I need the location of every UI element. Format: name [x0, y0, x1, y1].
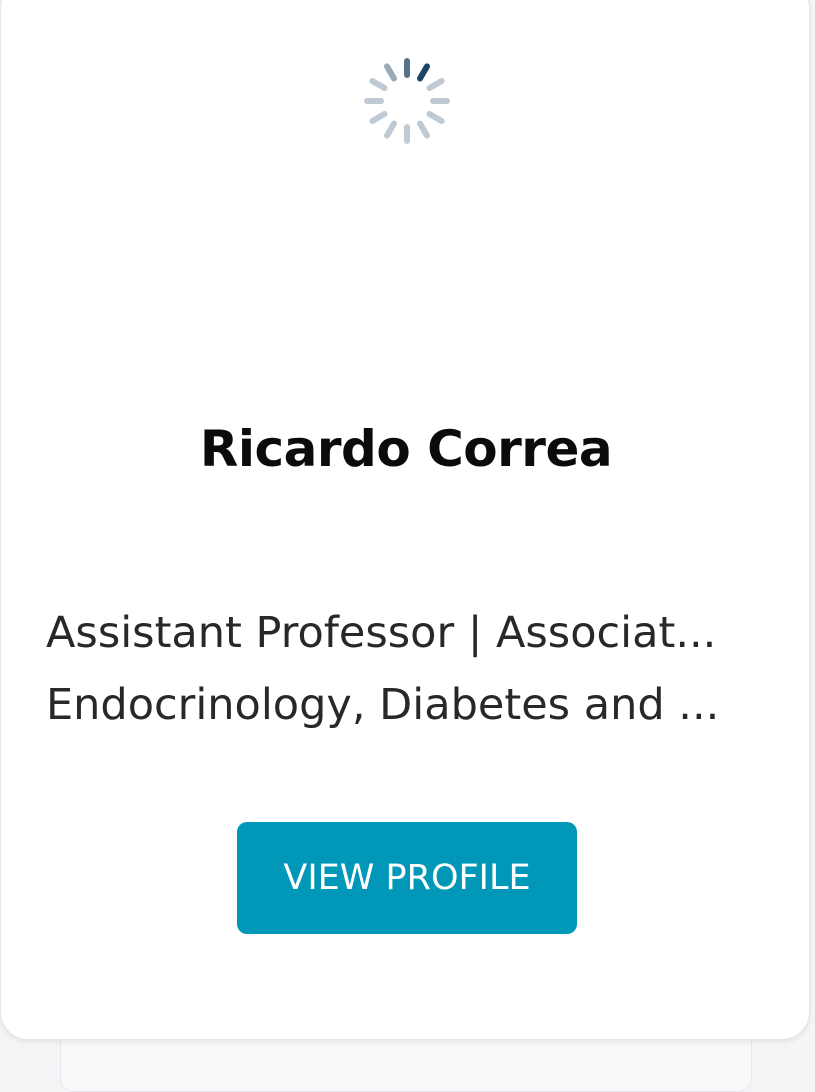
loading-spinner-icon — [364, 58, 450, 144]
spinner-spoke — [417, 120, 430, 139]
profile-name: Ricardo Correa — [199, 420, 613, 478]
spinner-spoke — [426, 111, 445, 124]
view-profile-button[interactable]: VIEW PROFILE — [237, 822, 577, 934]
spinner-spoke — [384, 120, 397, 139]
spinner-spoke — [426, 78, 445, 91]
spinner-spoke — [384, 63, 397, 82]
profile-title-line-1: Assistant Professor | Associat... — [46, 608, 717, 658]
profile-card: Ricardo Correa Assistant Professor | Ass… — [0, 0, 810, 1040]
spinner-spoke — [369, 111, 388, 124]
spinner-spoke — [417, 63, 430, 82]
profile-title-line-2: Endocrinology, Diabetes and ... — [46, 680, 720, 730]
spinner-spoke — [369, 78, 388, 91]
